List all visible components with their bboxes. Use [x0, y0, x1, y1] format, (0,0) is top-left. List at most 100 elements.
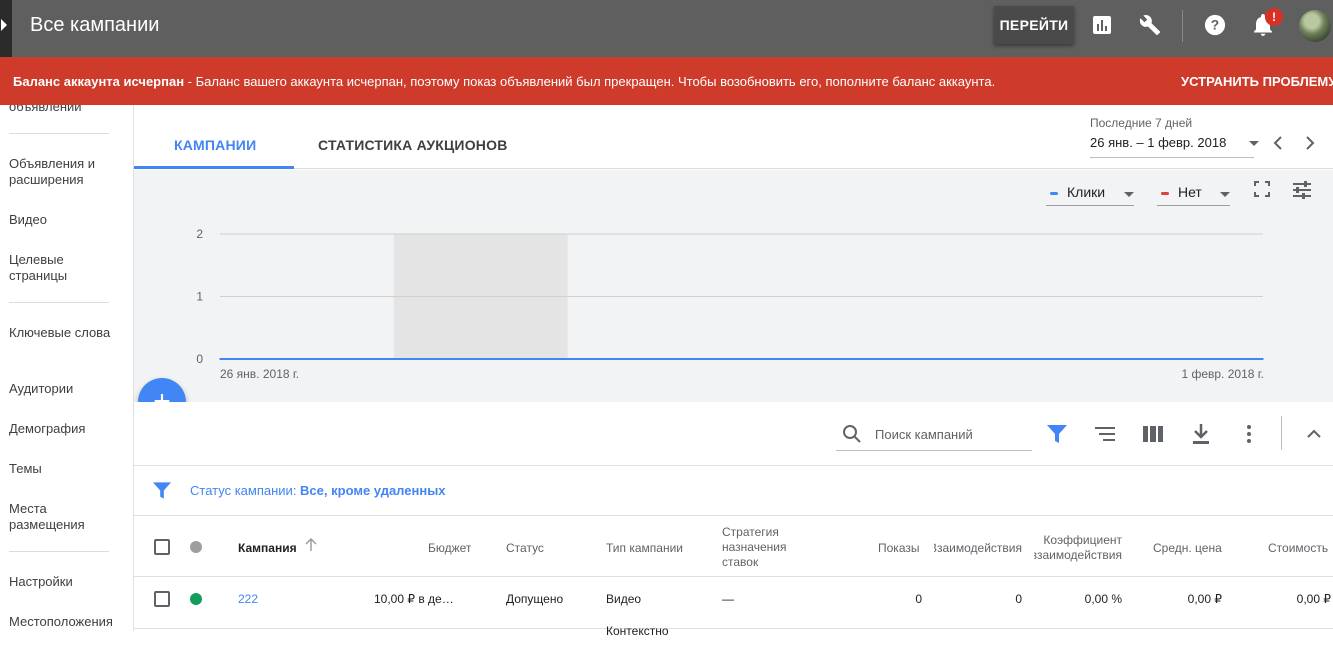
- toolbar-divider: [1182, 10, 1183, 42]
- cell-avg-cost: 0,00 ₽: [1187, 592, 1222, 606]
- y-tick-label: 1: [196, 290, 203, 304]
- sidebar-item-ads-extensions[interactable]: Объявления и расширения: [9, 156, 124, 188]
- sidebar-divider: [9, 302, 109, 303]
- select-all-checkbox[interactable]: [154, 539, 170, 555]
- column-status[interactable]: Статус: [506, 541, 544, 556]
- column-interactions[interactable]: Взаимодействия: [934, 541, 1022, 556]
- fix-problem-button[interactable]: УСТРАНИТЬ ПРОБЛЕМУ: [1181, 74, 1333, 89]
- active-tab-indicator: [134, 166, 294, 169]
- sidebar-item-placements[interactable]: Места размещения: [9, 501, 124, 533]
- top-bar: Все кампании ПЕРЕЙТИ ? !: [0, 0, 1333, 57]
- toolbar-divider: [1281, 416, 1282, 450]
- alert-banner: Баланс аккаунта исчерпан - Баланс вашего…: [0, 57, 1333, 105]
- sidebar-divider: [9, 133, 109, 134]
- sort-arrow-up-icon[interactable]: [305, 537, 317, 557]
- active-filter-row: Статус кампании: Все, кроме удаленных: [134, 466, 1333, 516]
- column-campaign[interactable]: Кампания: [238, 541, 297, 556]
- campaign-status-filter[interactable]: Статус кампании: Все, кроме удаленных: [190, 483, 446, 498]
- status-dot-header: [190, 541, 202, 553]
- alert-message: Баланс аккаунта исчерпан - Баланс вашего…: [13, 74, 995, 89]
- date-dropdown-icon[interactable]: [1249, 141, 1259, 146]
- chevron-right-icon[interactable]: [1302, 135, 1318, 156]
- column-budget[interactable]: Бюджет: [428, 541, 471, 556]
- columns-icon[interactable]: [1141, 422, 1165, 446]
- table-toolbar: Поиск кампаний: [134, 402, 1333, 466]
- chevron-left-icon[interactable]: [1270, 135, 1286, 156]
- sidebar-item-locations[interactable]: Местоположения: [9, 614, 124, 630]
- column-interaction-rate[interactable]: Коэффициент взаимодействия: [1034, 533, 1122, 563]
- cell-interaction-rate: 0,00 %: [1084, 592, 1122, 606]
- search-campaigns-field[interactable]: Поиск кампаний: [836, 417, 1032, 451]
- column-interaction-rate-label: Коэффициент взаимодействия: [1034, 533, 1122, 562]
- segment-icon[interactable]: [1093, 422, 1117, 446]
- filter-icon: [153, 482, 171, 504]
- wrench-icon[interactable]: [1138, 13, 1162, 37]
- sidebar-item-demographics[interactable]: Демография: [9, 421, 124, 437]
- sidebar-divider: [9, 551, 109, 552]
- column-cost[interactable]: Стоимость: [1268, 541, 1333, 556]
- status-dot-enabled[interactable]: [190, 593, 202, 605]
- chart-canvas: 0 1 2 26 янв. 2018 г. 1 февр. 2018 г.: [196, 227, 1264, 381]
- date-underline: [1090, 157, 1254, 158]
- menu-toggle[interactable]: [0, 0, 12, 57]
- reports-icon[interactable]: [1090, 13, 1114, 37]
- data-point: [1088, 358, 1090, 360]
- data-point: [393, 358, 395, 360]
- tab-auction-insights[interactable]: СТАТИСТИКА АУКЦИОНОВ: [318, 137, 508, 153]
- table-row: 222 10,00 ₽ в де… Допущено Видео — 0 0 0…: [134, 577, 1333, 629]
- y-tick-label: 0: [196, 352, 203, 366]
- column-campaign-type[interactable]: Тип кампании: [606, 541, 683, 556]
- data-point: [219, 358, 221, 360]
- performance-chart: Клики Нет 0 1 2 26 янв. 2018 г. 1 февр. 2018…: [134, 170, 1333, 402]
- column-interactions-label: Взаимодействия: [934, 541, 1022, 555]
- page-title: Все кампании: [30, 14, 160, 36]
- sidebar-item-ads-partial[interactable]: объявлений: [9, 105, 124, 115]
- campaign-link[interactable]: 222: [238, 592, 258, 606]
- sidebar-item-topics[interactable]: Темы: [9, 461, 124, 477]
- expand-arrow-icon: [1, 19, 7, 31]
- date-range-label: Последние 7 дней: [1090, 116, 1193, 130]
- cell-impressions: 0: [915, 592, 922, 606]
- main-content: КАМПАНИИ СТАТИСТИКА АУКЦИОНОВ Последние …: [134, 105, 1333, 638]
- avatar[interactable]: [1299, 10, 1331, 42]
- x-tick-label-end: 1 февр. 2018 г.: [1181, 367, 1264, 381]
- filter-value: Все, кроме удаленных: [300, 483, 446, 498]
- data-point: [914, 358, 917, 360]
- cell-status: Допущено: [506, 592, 564, 606]
- cell-campaign-type: Контекстно: [606, 624, 669, 638]
- column-avg-cost[interactable]: Средн. цена: [1153, 541, 1222, 556]
- sidebar-item-video[interactable]: Видео: [9, 212, 124, 228]
- column-impressions[interactable]: Показы: [878, 541, 919, 556]
- sidebar-item-settings[interactable]: Настройки: [9, 574, 124, 590]
- filter-icon[interactable]: [1045, 422, 1069, 446]
- svg-text:?: ?: [1211, 18, 1219, 33]
- search-icon: [842, 424, 862, 449]
- data-point: [740, 358, 743, 360]
- tab-campaigns[interactable]: КАМПАНИИ: [174, 137, 256, 153]
- help-icon[interactable]: ?: [1203, 13, 1227, 37]
- filter-label: Статус кампании:: [190, 483, 301, 498]
- sidebar: объявлений Объявления и расширения Видео…: [0, 105, 134, 631]
- table-row: Контекстно: [134, 624, 1333, 660]
- cell-budget[interactable]: 10,00 ₽ в де…: [374, 592, 454, 606]
- notification-badge: !: [1265, 8, 1283, 26]
- goto-button[interactable]: ПЕРЕЙТИ: [994, 6, 1074, 44]
- y-tick-label: 2: [196, 227, 203, 241]
- table-header: Кампания Бюджет Статус Тип кампании Стра…: [134, 516, 1333, 577]
- cell-cost: 0,00 ₽: [1296, 592, 1331, 606]
- more-icon[interactable]: [1237, 422, 1261, 446]
- cell-campaign-type: Видео: [606, 592, 642, 606]
- row-checkbox[interactable]: [154, 591, 170, 607]
- data-point: [1262, 358, 1264, 360]
- alert-title: Баланс аккаунта исчерпан: [13, 74, 185, 89]
- sidebar-item-keywords[interactable]: Ключевые слова: [9, 325, 124, 341]
- sidebar-item-landing-pages[interactable]: Целевые страницы: [9, 252, 124, 284]
- column-bid-strategy[interactable]: Стратегия назначения ставок: [722, 525, 806, 570]
- tab-bar: КАМПАНИИ СТАТИСТИКА АУКЦИОНОВ Последние …: [134, 105, 1333, 169]
- cell-bid-strategy: —: [722, 592, 734, 606]
- sidebar-item-audiences[interactable]: Аудитории: [9, 381, 124, 397]
- collapse-icon[interactable]: [1302, 422, 1326, 446]
- date-range-picker[interactable]: 26 янв. – 1 февр. 2018: [1090, 135, 1226, 150]
- download-icon[interactable]: [1189, 422, 1213, 446]
- data-point: [566, 358, 569, 360]
